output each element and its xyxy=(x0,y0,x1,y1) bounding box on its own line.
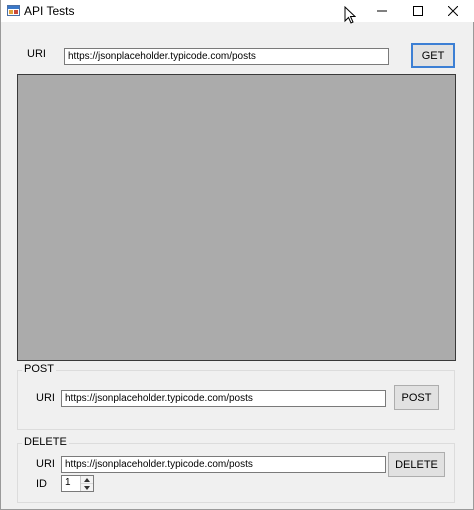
post-button-label: POST xyxy=(401,391,432,404)
chevron-up-icon xyxy=(84,477,90,482)
post-button[interactable]: POST xyxy=(394,385,439,410)
delete-button-label: DELETE xyxy=(395,458,438,471)
delete-group-title: DELETE xyxy=(22,436,69,448)
mouse-cursor-icon xyxy=(344,6,356,24)
post-uri-label: URI xyxy=(36,392,55,404)
delete-id-label: ID xyxy=(36,478,47,490)
window-title: API Tests xyxy=(24,4,75,18)
maximize-button[interactable] xyxy=(398,0,438,22)
spin-buttons xyxy=(80,476,93,491)
increment-button[interactable] xyxy=(81,476,93,484)
post-uri-input[interactable]: https://jsonplaceholder.typicode.com/pos… xyxy=(61,390,386,407)
get-button[interactable]: GET xyxy=(411,43,455,68)
maximize-icon xyxy=(413,6,423,16)
decrement-button[interactable] xyxy=(81,484,93,491)
get-button-label: GET xyxy=(421,49,445,62)
app-window: API Tests URI https://jsonplaceholder.ty… xyxy=(0,0,474,510)
post-group-title: POST xyxy=(22,363,56,375)
app-icon xyxy=(7,5,20,16)
minimize-icon xyxy=(377,10,387,12)
get-uri-label: URI xyxy=(27,48,46,60)
minimize-button[interactable] xyxy=(362,0,402,22)
get-uri-input[interactable]: https://jsonplaceholder.typicode.com/pos… xyxy=(64,48,389,65)
delete-id-stepper[interactable]: 1 xyxy=(61,475,94,492)
title-bar: API Tests xyxy=(1,0,474,24)
delete-button[interactable]: DELETE xyxy=(388,452,445,477)
close-icon xyxy=(448,6,458,16)
delete-id-value: 1 xyxy=(65,477,71,488)
close-button[interactable] xyxy=(433,0,473,22)
chevron-down-icon xyxy=(84,485,90,490)
delete-uri-input[interactable]: https://jsonplaceholder.typicode.com/pos… xyxy=(61,456,386,473)
response-textbox[interactable] xyxy=(17,74,456,361)
delete-uri-label: URI xyxy=(36,458,55,470)
